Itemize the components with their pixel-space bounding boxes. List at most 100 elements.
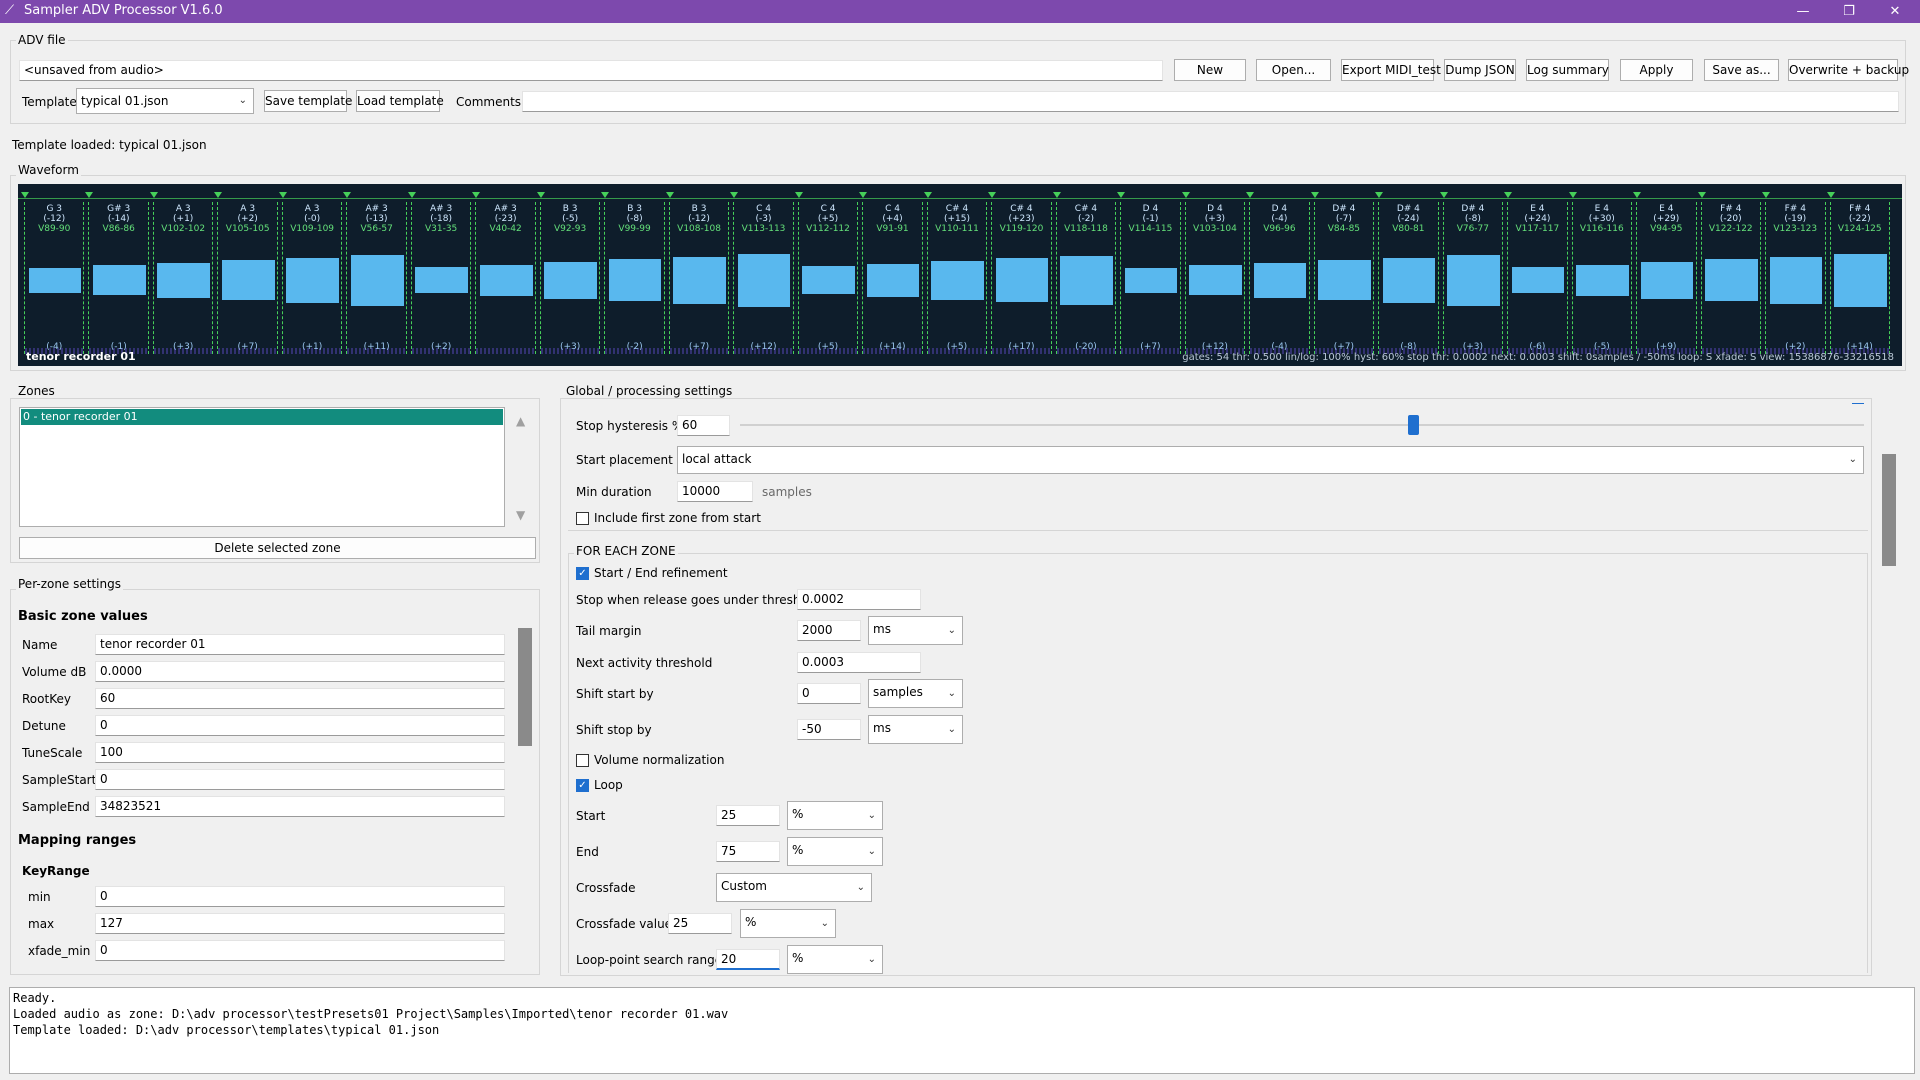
crossfade-unit-select[interactable]: % ⌄ <box>740 909 836 938</box>
waveform-zone[interactable]: C# 4 (-2) V118-118 (-20) <box>1055 202 1117 354</box>
loop-checkbox[interactable]: ✓ <box>576 779 589 792</box>
shift-stop-unit-select[interactable]: ms ⌄ <box>868 715 963 744</box>
waveform-zone[interactable]: D# 4 (-7) V84-85 (+7) <box>1313 202 1375 354</box>
waveform-zone[interactable]: B 3 (-5) V92-93 (+3) <box>539 202 601 354</box>
tail-margin-unit-select[interactable]: ms ⌄ <box>868 616 963 645</box>
log-summary-button[interactable]: Log summary <box>1526 59 1609 81</box>
adv-path-input[interactable]: <unsaved from audio> <box>19 60 1163 81</box>
restore-button[interactable]: ❐ <box>1826 0 1872 23</box>
waveform-zone[interactable]: C# 4 (+15) V110-111 (+5) <box>926 202 988 354</box>
waveform-zone[interactable]: A 3 (+1) V102-102 (+3) <box>152 202 214 354</box>
waveform-zone[interactable]: B 3 (-12) V108-108 (+7) <box>668 202 730 354</box>
load-template-button[interactable]: Load template <box>356 90 444 112</box>
mapping-ranges-header: Mapping ranges <box>18 833 137 848</box>
tail-margin-field[interactable]: 2000 <box>797 620 861 641</box>
waveform-zone[interactable]: E 4 (+24) V117-117 (-6) <box>1507 202 1568 354</box>
new-button[interactable]: New <box>1174 59 1246 81</box>
waveform-zone[interactable]: A 3 (+2) V105-105 (+7) <box>217 202 278 354</box>
next-activity-field[interactable]: 0.0003 <box>797 652 921 673</box>
waveform-zone[interactable]: A# 3 (-23) V40-42 <box>475 202 536 354</box>
refinement-label: Start / End refinement <box>594 566 728 580</box>
tunescale-field[interactable]: 100 <box>95 742 505 763</box>
apply-button[interactable]: Apply <box>1620 59 1693 81</box>
stop-release-field[interactable]: 0.0002 <box>797 589 921 610</box>
stop-hysteresis-field[interactable]: 60 <box>677 415 730 436</box>
gate-marker-icon <box>1633 192 1642 198</box>
waveform-zone[interactable]: D# 4 (-8) V76-77 (+3) <box>1442 202 1504 354</box>
waveform-zone[interactable]: C# 4 (+23) V119-120 (+17) <box>991 202 1052 354</box>
zone-velocity-label: V110-111 <box>935 224 979 234</box>
include-first-checkbox[interactable] <box>576 512 589 525</box>
waveform-zone[interactable]: A 3 (-0) V109-109 (+1) <box>281 202 343 354</box>
log-console[interactable]: Ready. Loaded audio as zone: D:\adv proce… <box>9 987 1915 1074</box>
loop-search-field[interactable]: 20 <box>716 949 780 970</box>
loop-start-unit-select[interactable]: % ⌄ <box>787 801 883 830</box>
stop-hysteresis-slider[interactable] <box>740 415 1864 435</box>
per-zone-scrollbar[interactable] <box>518 595 532 970</box>
waveform-zone[interactable]: G 3 (-12) V89-90 (-4) <box>24 202 85 354</box>
waveform-zone[interactable]: C 4 (+4) V91-91 (+14) <box>862 202 923 354</box>
waveform-canvas[interactable]: G 3 (-12) V89-90 (-4) G# 3 (-14) V86-86 (-1) A 3… <box>18 184 1902 366</box>
waveform-zone[interactable]: B 3 (-8) V99-99 (-2) <box>604 202 665 354</box>
export-midi-button[interactable]: Export MIDI_test <box>1341 59 1441 81</box>
min-duration-field[interactable]: 10000 <box>677 481 753 502</box>
waveform-zone[interactable]: E 4 (+30) V116-116 (-5) <box>1571 202 1633 354</box>
waveform-zone[interactable]: A# 3 (-13) V56-57 (+11) <box>346 202 407 354</box>
waveform-zone[interactable]: D 4 (+3) V103-104 (+12) <box>1184 202 1246 354</box>
delete-zone-button[interactable]: Delete selected zone <box>19 537 536 559</box>
open-button[interactable]: Open... <box>1256 59 1331 81</box>
comments-input[interactable] <box>522 91 1899 112</box>
start-placement-select[interactable]: local attack ⌄ <box>677 446 1864 474</box>
crossfade-select[interactable]: Custom ⌄ <box>716 873 872 902</box>
volume-normalization-checkbox[interactable] <box>576 754 589 767</box>
keyrange-max-field[interactable]: 127 <box>95 913 505 934</box>
zones-list[interactable]: 0 - tenor recorder 01 <box>19 407 505 527</box>
loop-end-field[interactable]: 75 <box>716 841 780 862</box>
name-field[interactable]: tenor recorder 01 <box>95 634 505 655</box>
waveform-zone[interactable]: G# 3 (-14) V86-86 (-1) <box>88 202 149 354</box>
waveform-zone[interactable]: E 4 (+29) V94-95 (+9) <box>1636 202 1697 354</box>
slider-thumb[interactable] <box>1407 415 1419 435</box>
save-as-button[interactable]: Save as... <box>1704 59 1779 81</box>
scroll-up-icon[interactable]: ▲ <box>516 414 525 428</box>
waveform-zone[interactable]: D# 4 (-24) V80-81 (-8) <box>1378 202 1439 354</box>
waveform-zone[interactable]: C 4 (-3) V113-113 (+12) <box>733 202 794 354</box>
zone-offset-label: (+5) <box>817 214 839 224</box>
waveform-zone[interactable]: F# 4 (-22) V124-125 (+14) <box>1829 202 1890 354</box>
refinement-checkbox[interactable]: ✓ <box>576 567 589 580</box>
loop-search-unit-select[interactable]: % ⌄ <box>787 945 883 974</box>
waveform-zone[interactable]: F# 4 (-20) V122-122 <box>1700 202 1762 354</box>
shift-start-unit-select[interactable]: samples ⌄ <box>868 679 963 708</box>
keyrange-min-field[interactable]: 0 <box>95 886 505 907</box>
zone-offset-label: (-12) <box>688 214 710 224</box>
waveform-zone[interactable]: D 4 (-4) V96-96 (-4) <box>1249 202 1310 354</box>
samplestart-field[interactable]: 0 <box>95 769 505 790</box>
zone-velocity-label: V122-122 <box>1708 224 1753 234</box>
loop-end-unit-select[interactable]: % ⌄ <box>787 837 883 866</box>
overwrite-backup-button[interactable]: Overwrite + backup <box>1788 59 1909 81</box>
detune-field[interactable]: 0 <box>95 715 505 736</box>
save-template-button[interactable]: Save template <box>264 90 352 112</box>
rootkey-field[interactable]: 60 <box>95 688 505 709</box>
crossfade-value-field[interactable]: 25 <box>668 913 732 934</box>
scrollbar-thumb[interactable] <box>518 628 532 746</box>
scroll-down-icon[interactable]: ▼ <box>516 508 525 522</box>
keyrange-xfade-min-field[interactable]: 0 <box>95 940 505 961</box>
loop-start-field[interactable]: 25 <box>716 805 780 826</box>
waveform-zone[interactable]: C 4 (+5) V112-112 (+5) <box>797 202 859 354</box>
minimize-button[interactable]: — <box>1780 0 1826 23</box>
close-button[interactable]: ✕ <box>1872 0 1918 23</box>
sampleend-field[interactable]: 34823521 <box>95 796 505 817</box>
list-item[interactable]: 0 - tenor recorder 01 <box>21 409 503 425</box>
shift-stop-field[interactable]: -50 <box>797 719 861 740</box>
shift-start-field[interactable]: 0 <box>797 683 861 704</box>
zone-offset-label: (-4) <box>1271 214 1288 224</box>
global-scrollbar[interactable] <box>1880 396 1898 976</box>
volume-db-field[interactable]: 0.0000 <box>95 661 505 682</box>
global-scrollbar-thumb[interactable] <box>1882 454 1896 566</box>
dump-json-button[interactable]: Dump JSON <box>1444 59 1516 81</box>
waveform-zone[interactable]: F# 4 (-19) V123-123 (+2) <box>1765 202 1826 354</box>
waveform-zone[interactable]: D 4 (-1) V114-115 (+7) <box>1120 202 1181 354</box>
waveform-zone[interactable]: A# 3 (-18) V31-35 (+2) <box>410 202 472 354</box>
template-select[interactable]: typical 01.json ⌄ <box>76 88 254 114</box>
